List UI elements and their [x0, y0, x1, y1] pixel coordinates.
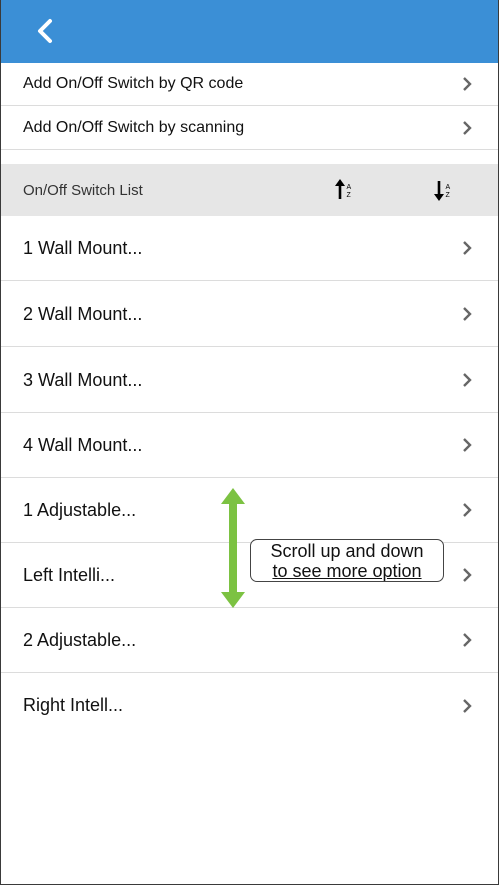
- app-bar: [1, 0, 498, 63]
- scroll-hint-line-2: to see more option: [272, 561, 422, 581]
- switch-list-item[interactable]: 2 Adjustable...: [1, 608, 498, 673]
- switch-list-item[interactable]: Right Intell...: [1, 673, 498, 738]
- switch-name: 4 Wall Mount...: [23, 434, 143, 455]
- switch-name: 1 Wall Mount...: [23, 237, 143, 258]
- switch-name: 2 Adjustable...: [23, 629, 137, 650]
- chevron-right-icon: [463, 307, 472, 321]
- add-by-scanning-label: Add On/Off Switch by scanning: [23, 119, 245, 136]
- scroll-hint-callout: Scroll up and down to see more option: [250, 539, 444, 582]
- sort-descending-icon: A Z: [434, 181, 451, 201]
- svg-text:Z: Z: [347, 192, 352, 199]
- switch-list-item[interactable]: 4 Wall Mount...: [1, 413, 498, 478]
- chevron-right-icon: [463, 77, 472, 91]
- svg-text:A: A: [446, 184, 451, 191]
- switch-list-item[interactable]: 3 Wall Mount...: [1, 348, 498, 413]
- switch-list-item[interactable]: 1 Adjustable...: [1, 478, 498, 543]
- chevron-right-icon: [463, 438, 472, 452]
- sort-descending-button[interactable]: A Z: [431, 177, 457, 203]
- chevron-right-icon: [463, 373, 472, 387]
- switch-name: 3 Wall Mount...: [23, 369, 143, 390]
- scroll-hint-line-1: Scroll up and down: [270, 541, 424, 561]
- svg-text:A: A: [347, 184, 352, 191]
- switch-name: 1 Adjustable...: [23, 499, 137, 520]
- sort-ascending-icon: A Z: [335, 179, 352, 199]
- sort-ascending-button[interactable]: A Z: [332, 177, 358, 203]
- switch-name: Left Intelli...: [23, 564, 116, 585]
- switch-list-header: On/Off Switch List A Z A Z: [1, 164, 498, 216]
- add-by-qr-code-label: Add On/Off Switch by QR code: [23, 75, 244, 92]
- add-by-qr-code-row[interactable]: Add On/Off Switch by QR code: [1, 63, 498, 106]
- back-button[interactable]: [31, 16, 61, 46]
- switch-list-title: On/Off Switch List: [23, 181, 143, 199]
- chevron-right-icon: [463, 568, 472, 582]
- switch-list-item[interactable]: 1 Wall Mount...: [1, 216, 498, 281]
- chevron-right-icon: [463, 241, 472, 255]
- switch-list-item[interactable]: 2 Wall Mount...: [1, 282, 498, 347]
- svg-text:Z: Z: [446, 192, 451, 199]
- scroll-hint-arrow-icon: [221, 488, 245, 608]
- switch-name: Right Intell...: [23, 695, 124, 715]
- chevron-right-icon: [463, 698, 472, 713]
- chevron-left-icon: [38, 19, 52, 43]
- switch-name: 2 Wall Mount...: [23, 303, 143, 324]
- chevron-right-icon: [463, 633, 472, 647]
- chevron-right-icon: [463, 121, 472, 135]
- add-by-scanning-row[interactable]: Add On/Off Switch by scanning: [1, 107, 498, 150]
- chevron-right-icon: [463, 503, 472, 517]
- app-screen: Add On/Off Switch by QR code Add On/Off …: [0, 0, 499, 885]
